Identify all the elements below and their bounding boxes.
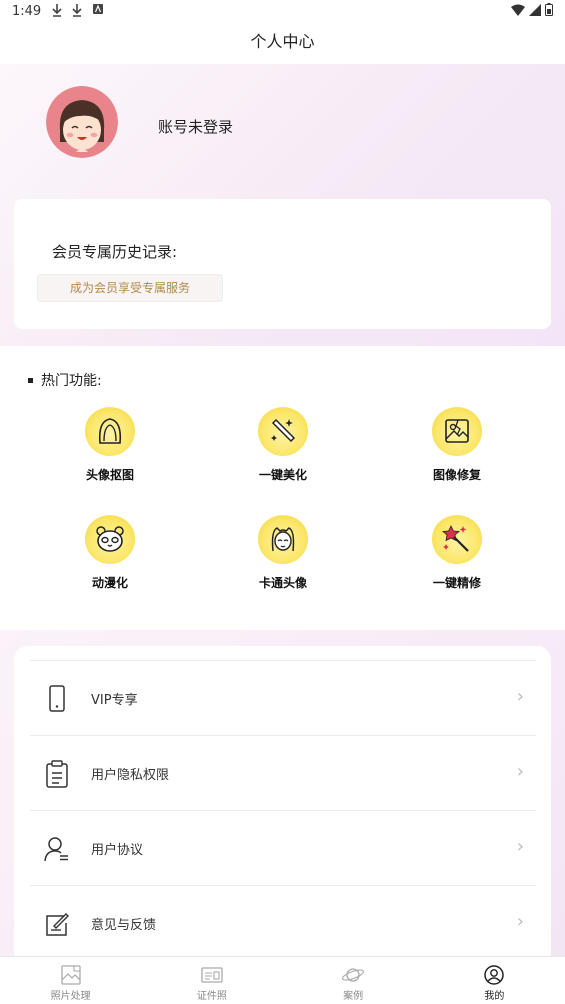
photo-icon: [60, 965, 81, 985]
tab-label: 案例: [343, 991, 364, 1002]
wifi-icon: [511, 4, 525, 16]
edit-icon: [46, 913, 69, 936]
feature-item-avatar-cutout[interactable]: 头像抠图: [55, 406, 165, 483]
tab-label: 我的: [484, 991, 505, 1002]
feature-label: 头像抠图: [85, 468, 134, 482]
menu-item-vip[interactable]: VIP专享 ›: [30, 660, 536, 735]
battery-icon: [545, 3, 553, 16]
menu-section: VIP专享 › 用户隐私权限 › 用户协议 › 意见与反馈 ›: [0, 630, 565, 966]
feature-label: 卡通头像: [258, 576, 307, 590]
bullet-icon: [28, 377, 33, 383]
feature-label: 一键美化: [258, 468, 307, 482]
page-title: 个人中心: [0, 24, 565, 64]
menu-label: 用户协议: [91, 843, 144, 858]
feature-item-one-click-retouch[interactable]: 一键精修: [402, 514, 512, 591]
menu-label: VIP专享: [91, 693, 138, 708]
feature-item-one-click-beautify[interactable]: 一键美化: [228, 406, 338, 483]
tab-mine[interactable]: 我的: [424, 957, 565, 1004]
chevron-right-icon: ›: [516, 911, 524, 932]
feature-item-cartoon-avatar[interactable]: 卡通头像: [228, 514, 338, 591]
status-bar: 1:49: [0, 0, 565, 24]
menu-label: 用户隐私权限: [91, 768, 170, 783]
history-title: 会员专属历史记录:: [52, 243, 178, 261]
bottom-tab-bar: 照片处理 证件照 案例 我的: [0, 956, 565, 1004]
tab-cases[interactable]: 案例: [283, 957, 424, 1004]
star-wand-icon: [442, 525, 469, 552]
status-time: 1:49: [12, 4, 42, 19]
tab-id-photo[interactable]: 证件照: [141, 957, 282, 1004]
download-icon: [72, 4, 82, 17]
menu-item-feedback[interactable]: 意见与反馈 ›: [30, 885, 536, 960]
feature-item-image-repair[interactable]: 图像修复: [402, 406, 512, 483]
menu-item-privacy[interactable]: 用户隐私权限 ›: [30, 735, 536, 810]
user-circle-icon: [484, 965, 505, 985]
menu-label: 意见与反馈: [91, 918, 157, 933]
tab-label: 证件照: [196, 991, 227, 1002]
download-icon: [52, 4, 62, 17]
menu-item-user-agreement[interactable]: 用户协议 ›: [30, 810, 536, 885]
feature-label: 动漫化: [91, 576, 128, 590]
chevron-right-icon: ›: [516, 836, 524, 857]
features-title: 热门功能:: [41, 373, 102, 389]
hair-silhouette-icon: [98, 418, 122, 444]
id-card-icon: [201, 967, 223, 983]
features-section: 热门功能: 头像抠图 一键美化 图像修复 动漫化 卡通头像 一键精修: [0, 346, 565, 630]
avatar[interactable]: [46, 86, 118, 158]
feature-item-anime[interactable]: 动漫化: [55, 514, 165, 591]
planet-icon: [342, 968, 365, 982]
chevron-right-icon: ›: [516, 686, 524, 707]
history-card: 会员专属历史记录: 成为会员享受专属服务: [14, 199, 551, 329]
magic-wand-icon: [271, 418, 296, 443]
a-icon: [93, 4, 103, 14]
user-doc-icon: [44, 837, 68, 862]
login-status[interactable]: 账号未登录: [158, 116, 233, 137]
chevron-right-icon: ›: [516, 761, 524, 782]
profile-section: 账号未登录 会员专属历史记录: 成为会员享受专属服务: [0, 64, 565, 346]
feature-label: 一键精修: [432, 576, 481, 590]
become-member-button[interactable]: 成为会员享受专属服务: [37, 274, 223, 302]
image-repair-icon: [445, 419, 469, 443]
feature-label: 图像修复: [432, 468, 481, 482]
tab-photo-processing[interactable]: 照片处理: [0, 957, 141, 1004]
tab-label: 照片处理: [50, 991, 91, 1002]
signal-icon: [529, 3, 541, 16]
cartoon-girl-icon: [271, 527, 295, 552]
menu-card: VIP专享 › 用户隐私权限 › 用户协议 › 意见与反馈 ›: [14, 646, 551, 966]
cartoon-girl-avatar-icon: [46, 86, 118, 158]
features-heading: 热门功能:: [28, 370, 102, 390]
clipboard-icon: [46, 760, 68, 788]
phone-icon: [49, 685, 65, 712]
panda-icon: [96, 526, 124, 552]
